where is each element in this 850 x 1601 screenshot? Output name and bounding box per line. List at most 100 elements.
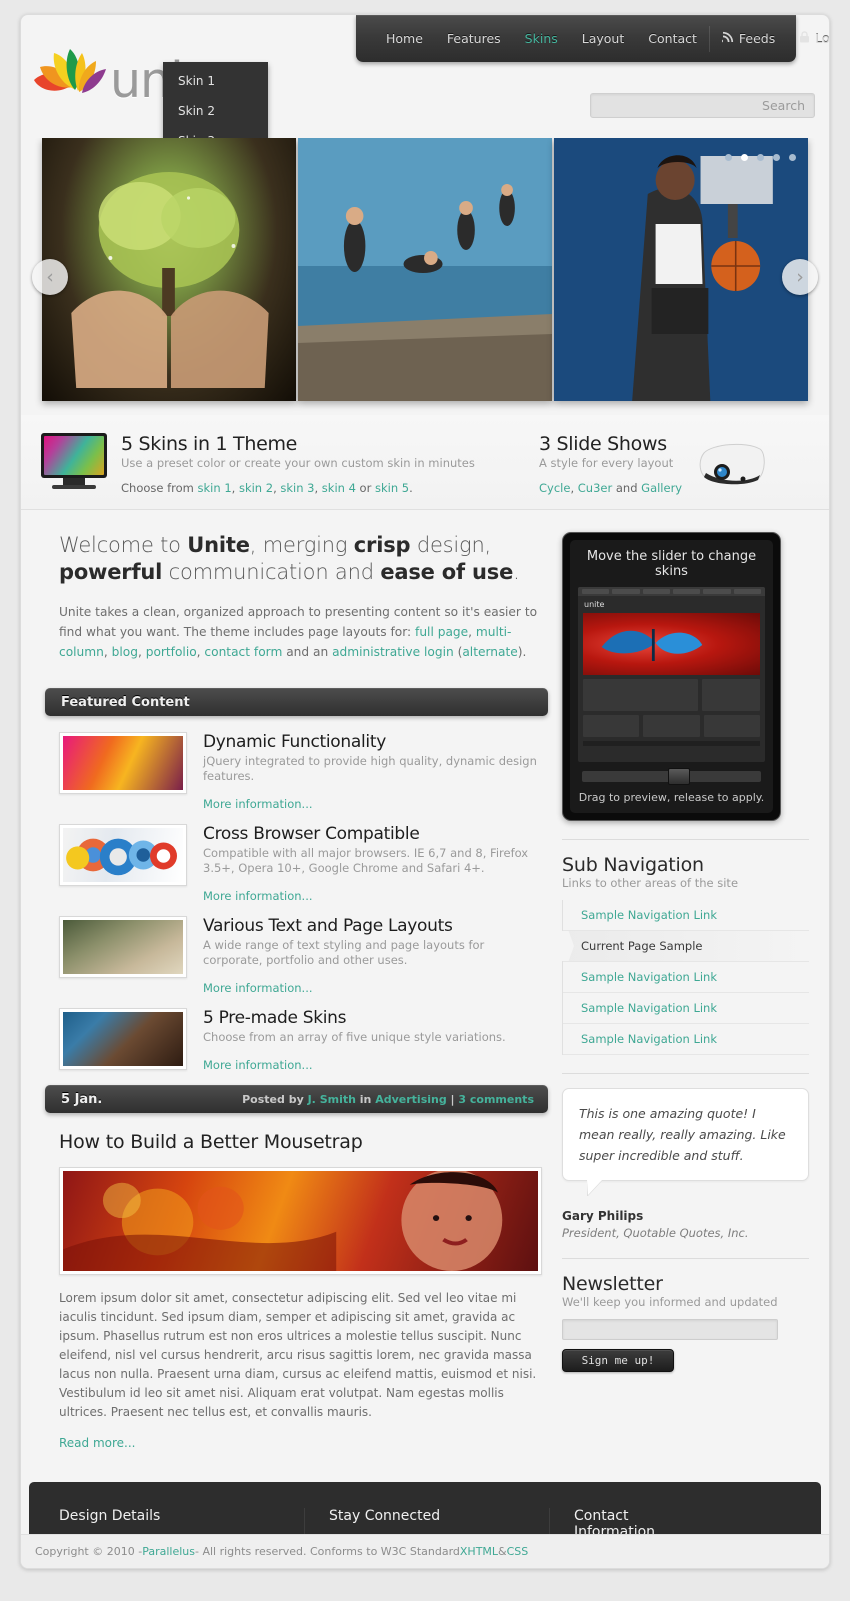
copyright-link-xhtml[interactable]: XHTML [460, 1545, 498, 1558]
link-skin-3[interactable]: skin 3 [280, 481, 314, 495]
subnav-item-4[interactable]: Sample Navigation Link [563, 993, 809, 1024]
testimonial-section: This is one amazing quote! I mean really… [562, 1088, 809, 1240]
link-skin-1[interactable]: skin 1 [198, 481, 232, 495]
testimonial-role: President, Quotable Quotes, Inc. [562, 1226, 749, 1240]
list-item: Dynamic Functionality jQuery integrated … [59, 732, 542, 811]
sep-3: , [314, 481, 322, 495]
slide-dot-3[interactable] [757, 154, 764, 161]
lead-d: ). [517, 645, 527, 659]
slide-dot-1[interactable] [725, 154, 732, 161]
featured-more-link[interactable]: More information... [203, 797, 542, 811]
post-body: Lorem ipsum dolor sit amet, consectetur … [59, 1291, 537, 1419]
link-blog[interactable]: blog [112, 645, 138, 659]
slide-basketball-player[interactable] [554, 138, 808, 401]
rss-icon [720, 31, 734, 46]
subnav-item-1[interactable]: Sample Navigation Link [563, 900, 809, 931]
post-posted-by: Posted by [242, 1092, 308, 1106]
skin-preview-logo: unite [584, 600, 605, 609]
copyright-link-css[interactable]: CSS [507, 1545, 529, 1558]
nav-item-skins[interactable]: Skins [513, 25, 570, 52]
nav-item-login[interactable]: Login [787, 25, 829, 52]
copyright-bar: Copyright © 2010 - Parallelus - All righ… [21, 1534, 829, 1568]
featured-content-bar: Featured Content [45, 688, 548, 716]
dropdown-item-skin-1[interactable]: Skin 1 [163, 66, 268, 96]
slide-cliff-divers[interactable] [298, 138, 552, 401]
post-category-link[interactable]: Advertising [375, 1093, 447, 1106]
featured-thumb-layouts[interactable] [59, 916, 187, 978]
nav-item-layout[interactable]: Layout [570, 25, 637, 52]
featured-thumb-skins[interactable] [59, 1008, 187, 1070]
link-admin-login[interactable]: administrative login [332, 645, 454, 659]
subnav-item-3[interactable]: Sample Navigation Link [563, 962, 809, 993]
post-comments-link[interactable]: 3 comments [458, 1093, 534, 1106]
link-cycle[interactable]: Cycle [539, 481, 570, 495]
main-column: Welcome to Unite, merging crisp design, … [21, 510, 556, 1470]
newsletter-title: Newsletter [562, 1273, 663, 1295]
link-portfolio[interactable]: portfolio [146, 645, 197, 659]
link-skin-2[interactable]: skin 2 [239, 481, 273, 495]
link-skin-4[interactable]: skin 4 [322, 481, 356, 495]
nav-item-features[interactable]: Features [435, 25, 513, 52]
welcome-heading: Welcome to Unite, merging crisp design, … [59, 532, 542, 586]
search-input[interactable] [590, 93, 815, 118]
footer-design-title: Design Details [59, 1508, 161, 1524]
featured-thumb-dynamic[interactable] [59, 732, 187, 794]
skin-widget-footer: Drag to preview, release to apply. [578, 791, 765, 804]
featured-more-link[interactable]: More information... [203, 889, 542, 903]
featured-thumb-browsers[interactable] [59, 824, 187, 886]
newsletter-email-input[interactable] [562, 1319, 778, 1340]
subnav-list: Sample Navigation Link Current Page Samp… [562, 900, 809, 1055]
skin-slider-widget: Move the slider to change skins unite Dr… [562, 532, 781, 821]
newsletter-signup-button[interactable]: Sign me up! [562, 1349, 674, 1372]
suffix: . [409, 481, 413, 495]
link-cu3er[interactable]: Cu3er [578, 481, 612, 495]
post-read-more-link[interactable]: Read more... [59, 1436, 542, 1450]
post-image[interactable] [59, 1167, 542, 1275]
nav-utility-group: Feeds Login [708, 25, 829, 52]
divider [562, 1258, 809, 1259]
sep-4: or [355, 481, 375, 495]
copyright-link-parallelus[interactable]: Parallelus [142, 1545, 195, 1558]
promo-slides-title: 3 Slide Shows [539, 433, 667, 455]
welcome-g: communication and [168, 560, 381, 584]
slideshow-next-arrow[interactable]: › [782, 258, 818, 295]
featured-more-link[interactable]: More information... [203, 1058, 506, 1072]
skin-slider-handle[interactable] [667, 768, 690, 785]
slide-dot-4[interactable] [773, 154, 780, 161]
nav-items: Home Features Skins Layout Contact [356, 25, 709, 52]
slide-hands-tree[interactable] [42, 138, 296, 401]
subnav-item-current[interactable]: Current Page Sample [563, 931, 809, 962]
featured-more-link[interactable]: More information... [203, 981, 542, 995]
lock-icon [799, 31, 810, 46]
site-header: unite Home Features Skins Layout Contact… [21, 15, 829, 222]
nav-item-feeds[interactable]: Feeds [710, 25, 787, 52]
featured-title: Cross Browser Compatible [203, 824, 420, 844]
featured-desc: A wide range of text styling and page la… [203, 938, 485, 967]
skin-slider-track[interactable] [582, 768, 761, 785]
post-pipe: | [446, 1092, 459, 1106]
welcome-ease: ease of use [380, 560, 514, 584]
nav-item-contact[interactable]: Contact [636, 25, 709, 52]
slideshow-prev-arrow[interactable]: ‹ [32, 258, 68, 295]
welcome-a: Welcome to [59, 533, 188, 557]
nav-item-home[interactable]: Home [374, 25, 435, 52]
dropdown-item-skin-2[interactable]: Skin 2 [163, 96, 268, 126]
post-date: 5 Jan. [61, 1091, 103, 1107]
list-item: Cross Browser Compatible Compatible with… [59, 824, 542, 903]
subnav-item-5[interactable]: Sample Navigation Link [563, 1024, 809, 1055]
top-navigation: Home Features Skins Layout Contact Feeds [356, 15, 829, 62]
link-full-page[interactable]: full page [415, 625, 468, 639]
slide-dot-2[interactable] [741, 154, 748, 161]
featured-title: 5 Pre-made Skins [203, 1008, 347, 1028]
welcome-i: . [513, 560, 520, 584]
link-alternate[interactable]: alternate [462, 645, 517, 659]
link-skin-5[interactable]: skin 5 [375, 481, 409, 495]
welcome-c: , merging [249, 533, 354, 557]
promo-skins-links: Choose from skin 1, skin 2, skin 3, skin… [121, 481, 475, 495]
link-gallery[interactable]: Gallery [641, 481, 682, 495]
subnav-subtitle: Links to other areas of the site [562, 876, 739, 890]
post-author-link[interactable]: J. Smith [308, 1093, 356, 1106]
slide-dot-5[interactable] [789, 154, 796, 161]
link-contact-form[interactable]: contact form [204, 645, 282, 659]
lead-b: and an [282, 645, 333, 659]
